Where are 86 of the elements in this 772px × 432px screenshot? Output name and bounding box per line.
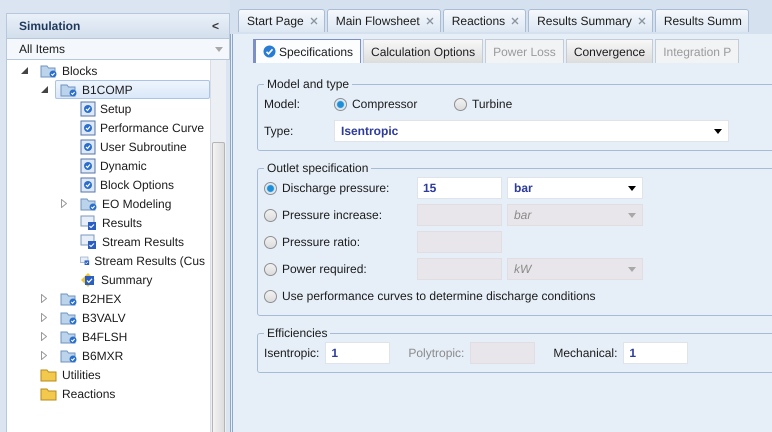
tree-item[interactable]: B2HEX [55, 289, 210, 308]
tree-item[interactable]: EO Modeling [75, 194, 210, 213]
efficiency-field[interactable]: 1 [325, 342, 390, 364]
tree-item[interactable]: Summary [75, 270, 210, 289]
form-tab[interactable]: Convergence [566, 39, 654, 63]
close-icon[interactable] [426, 17, 434, 25]
dropdown-arrow-icon [628, 266, 636, 272]
tree-item[interactable]: Dynamic [75, 156, 210, 175]
document-tab[interactable]: Results Summary [528, 9, 653, 32]
folder-check-icon [60, 291, 78, 306]
expanded-arrow-icon[interactable] [20, 67, 28, 74]
dropdown-arrow-icon [628, 212, 636, 218]
form-check-icon [80, 138, 96, 154]
tree-item[interactable]: Blocks [35, 61, 210, 80]
collapsed-arrow-icon[interactable] [61, 199, 67, 208]
form-check-icon [80, 100, 96, 116]
tree-item[interactable]: B3VALV [55, 308, 210, 327]
efficiency-label: Isentropic: [264, 346, 320, 360]
collapsed-arrow-icon[interactable] [41, 294, 47, 303]
tree-item[interactable]: B1COMP [55, 80, 210, 99]
filter-dropdown[interactable]: All Items [6, 39, 230, 60]
model-radio[interactable]: Turbine [454, 97, 574, 111]
efficiency-field[interactable]: 1 [623, 342, 688, 364]
efficiency-label: Polytropic: [408, 346, 464, 360]
efficiency-label: Mechanical: [553, 346, 618, 360]
group-title: Efficiencies [266, 326, 328, 340]
value-field[interactable]: 15 [417, 177, 502, 199]
unit-dropdown[interactable]: bar [507, 177, 643, 199]
tree-item[interactable]: Utilities [35, 365, 210, 384]
tree-item[interactable]: Setup [75, 99, 210, 118]
outlet-radio[interactable]: Use performance curves to determine discharge conditions [264, 289, 596, 303]
scrollbar[interactable] [210, 60, 226, 432]
results-icon [80, 214, 98, 230]
radio-icon[interactable] [334, 98, 347, 110]
form-check-icon [80, 120, 96, 136]
form-tab[interactable]: Specifications [253, 39, 362, 63]
dropdown-arrow-icon [628, 186, 636, 190]
summary-icon [80, 272, 97, 288]
close-icon[interactable] [511, 17, 520, 25]
form-tab[interactable]: Calculation Options [363, 39, 484, 63]
tree-item[interactable]: Stream Results [75, 232, 210, 251]
tree-item[interactable]: Results [75, 213, 210, 232]
folder-check-icon [60, 348, 78, 363]
group-title: Outlet specification [266, 161, 370, 175]
close-icon[interactable] [310, 17, 318, 25]
folder-check-icon [60, 329, 78, 344]
type-dropdown[interactable]: Isentropic [334, 120, 729, 142]
tree-item[interactable]: Stream Results (Cus [75, 251, 210, 270]
document-tab[interactable]: Start Page [238, 9, 325, 32]
tree-item[interactable]: Block Options [75, 175, 210, 194]
model-radio[interactable]: Compressor [334, 97, 454, 111]
radio-icon[interactable] [264, 182, 277, 194]
tree-item[interactable]: User Subroutine [75, 137, 210, 156]
sidebar-title: Simulation [19, 19, 80, 33]
tree-item[interactable]: Reactions [35, 384, 210, 403]
folder-check-icon [80, 196, 98, 211]
collapse-button[interactable]: < [212, 19, 219, 33]
document-tab[interactable]: Results Summ [654, 9, 749, 32]
scrollbar-thumb[interactable] [212, 142, 225, 432]
type-label: Type: [264, 124, 294, 138]
folder-icon [40, 386, 58, 401]
tree-item[interactable]: Performance Curve [75, 118, 210, 137]
group-title: Model and type [266, 77, 350, 91]
collapsed-arrow-icon[interactable] [41, 351, 47, 360]
folder-icon [40, 367, 58, 382]
radio-icon[interactable] [454, 98, 467, 110]
radio-icon[interactable] [264, 290, 277, 302]
tree-item[interactable]: B4FLSH [55, 327, 210, 346]
collapsed-arrow-icon[interactable] [41, 332, 47, 341]
check-circle-icon [263, 45, 276, 58]
dropdown-arrow-icon [215, 46, 223, 52]
model-label: Model: [264, 97, 302, 111]
document-tab[interactable]: Reactions [442, 9, 526, 32]
expanded-arrow-icon[interactable] [40, 86, 48, 93]
results-icon [80, 234, 98, 250]
folder-check-icon [40, 63, 58, 78]
outlet-radio[interactable]: Discharge pressure: [264, 181, 417, 195]
document-tab[interactable]: Main Flowsheet [326, 9, 441, 32]
close-icon[interactable] [638, 17, 646, 25]
dropdown-arrow-icon [714, 128, 722, 134]
collapsed-arrow-icon[interactable] [41, 313, 47, 322]
folder-check-icon [60, 310, 78, 325]
form-check-icon [80, 158, 96, 174]
form-check-icon [80, 176, 96, 192]
folder-check-icon [60, 82, 78, 97]
tree-item[interactable]: B6MXR [55, 346, 210, 365]
